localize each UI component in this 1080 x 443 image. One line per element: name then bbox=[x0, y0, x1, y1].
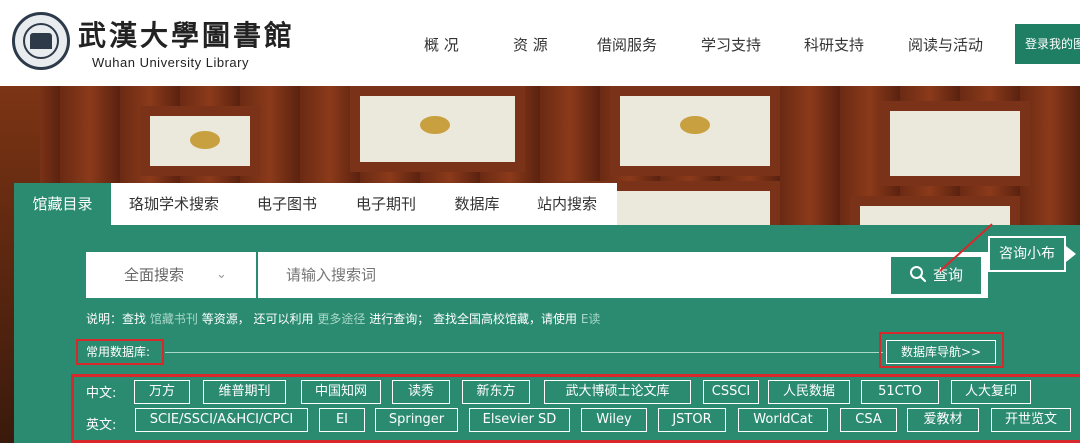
db-chip-jstor[interactable]: JSTOR bbox=[658, 408, 726, 432]
notice-link-more-ways[interactable]: 更多途径 bbox=[317, 312, 365, 326]
nav-learning[interactable]: 学习支持 bbox=[701, 34, 761, 55]
header: 武漢大學圖書館 Wuhan University Library 概 况 资 源… bbox=[0, 0, 1080, 86]
tab-databases[interactable]: 数据库 bbox=[440, 183, 514, 225]
consult-xiaobu-button[interactable]: 咨询小布 bbox=[988, 236, 1066, 272]
nav-resources[interactable]: 资 源 bbox=[513, 34, 548, 55]
db-chip-people-data[interactable]: 人民数据 bbox=[768, 380, 850, 404]
tab-ebooks[interactable]: 电子图书 bbox=[243, 183, 331, 225]
library-logo-chinese[interactable]: 武漢大學圖書館 bbox=[78, 14, 295, 54]
notice-text: 说明：查找 bbox=[86, 312, 147, 326]
search-scope-select[interactable]: 全面搜索 ⌄ bbox=[86, 252, 256, 298]
db-chip-ei[interactable]: EI bbox=[319, 408, 365, 432]
nav-research[interactable]: 科研支持 bbox=[804, 34, 864, 55]
search-input[interactable] bbox=[258, 252, 988, 298]
common-databases-label: 常用数据库: bbox=[76, 339, 164, 365]
notice-text: 等资源， 还可以利用 bbox=[201, 312, 314, 326]
db-chip-vip[interactable]: 维普期刊 bbox=[203, 380, 286, 404]
notice-link-collection[interactable]: 馆藏书刊 bbox=[150, 312, 198, 326]
search-button-label: 查询 bbox=[932, 266, 963, 284]
tab-catalog[interactable]: 馆藏目录 bbox=[14, 183, 111, 225]
db-chip-xindongfang[interactable]: 新东方 bbox=[462, 380, 530, 404]
notice-text: 进行查询； 查找全国高校馆藏，请使用 bbox=[369, 312, 578, 326]
db-chip-cnki[interactable]: 中国知网 bbox=[301, 380, 381, 404]
tab-luojia-search[interactable]: 珞珈学术搜索 bbox=[116, 183, 232, 225]
login-button[interactable]: 登录我的图书馆 bbox=[1015, 24, 1080, 64]
tab-site-search[interactable]: 站内搜索 bbox=[522, 183, 612, 225]
notice-link-eread[interactable]: E读 bbox=[581, 312, 601, 326]
db-chip-aijiaocai[interactable]: 爱教材 bbox=[907, 408, 979, 432]
consult-arrow-icon bbox=[1066, 246, 1076, 262]
search-button[interactable]: 查询 bbox=[891, 257, 981, 294]
db-chip-51cto[interactable]: 51CTO bbox=[861, 380, 939, 404]
search-scope-label: 全面搜索 bbox=[124, 266, 185, 284]
university-seal-logo[interactable] bbox=[12, 12, 70, 70]
nav-borrowing[interactable]: 借阅服务 bbox=[597, 34, 657, 55]
db-chip-wiley[interactable]: Wiley bbox=[581, 408, 647, 432]
search-notice: 说明：查找 馆藏书刊 等资源， 还可以利用 更多途径 进行查询； 查找全国高校馆… bbox=[86, 310, 600, 327]
search-icon bbox=[909, 266, 927, 283]
db-chip-csa[interactable]: CSA bbox=[840, 408, 897, 432]
english-row-label: 英文: bbox=[86, 418, 117, 433]
chinese-row-label: 中文: bbox=[86, 386, 117, 401]
nav-reading-activities[interactable]: 阅读与活动 bbox=[908, 34, 983, 55]
tab-ejournals[interactable]: 电子期刊 bbox=[342, 183, 430, 225]
db-chip-cssci[interactable]: CSSCI bbox=[703, 380, 759, 404]
db-chip-duxiu[interactable]: 读秀 bbox=[392, 380, 450, 404]
database-nav-button[interactable]: 数据库导航>> bbox=[886, 340, 996, 364]
db-chip-renda-fuyin[interactable]: 人大复印 bbox=[951, 380, 1031, 404]
db-chip-kaishi-lanwen[interactable]: 开世览文 bbox=[991, 408, 1071, 432]
chevron-down-icon: ⌄ bbox=[216, 267, 227, 282]
library-logo-english: Wuhan University Library bbox=[92, 55, 249, 70]
divider bbox=[165, 352, 883, 353]
nav-overview[interactable]: 概 况 bbox=[424, 34, 459, 55]
db-chip-wanfang[interactable]: 万方 bbox=[134, 380, 190, 404]
db-chip-whu-theses[interactable]: 武大博硕士论文库 bbox=[544, 380, 691, 404]
db-chip-wos[interactable]: SCIE/SSCI/A&HCI/CPCI bbox=[135, 408, 308, 432]
db-chip-springer[interactable]: Springer bbox=[375, 408, 458, 432]
db-chip-worldcat[interactable]: WorldCat bbox=[738, 408, 828, 432]
db-chip-elsevier[interactable]: Elsevier SD bbox=[469, 408, 570, 432]
